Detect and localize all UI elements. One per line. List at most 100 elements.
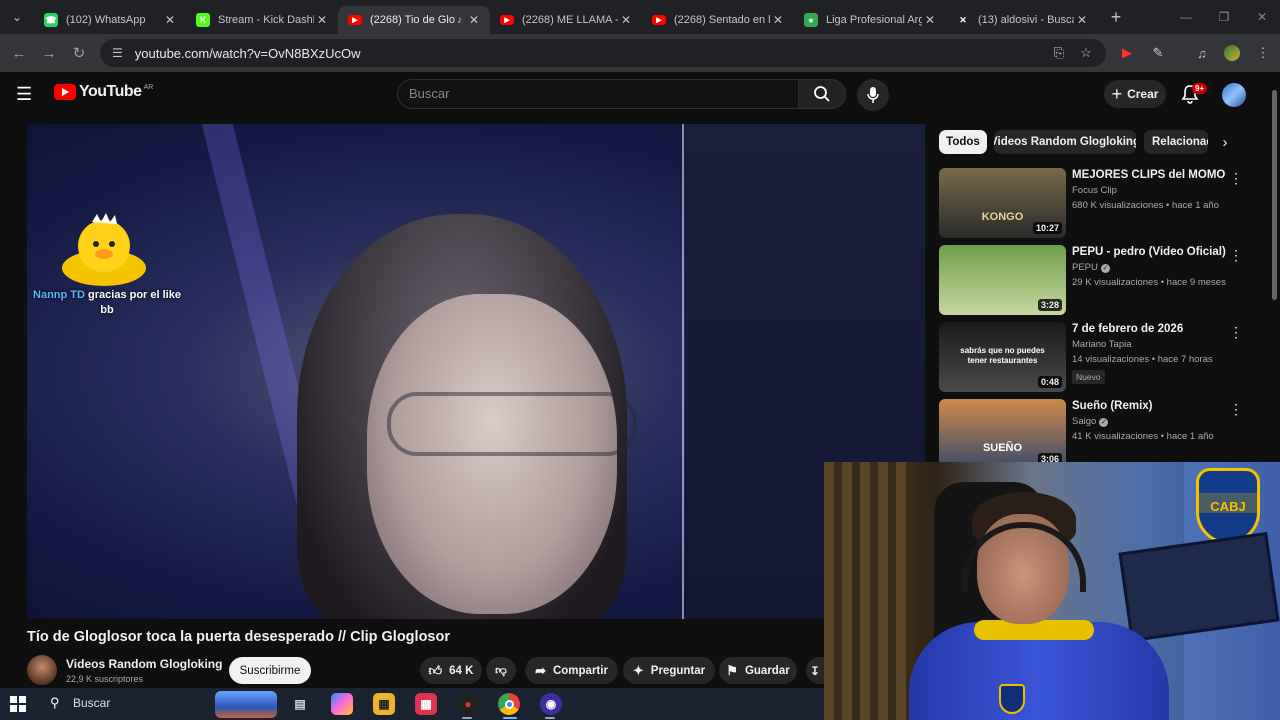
file-explorer-icon[interactable]: ▦ (373, 693, 395, 715)
site-info-icon[interactable]: ☰ (112, 46, 123, 60)
browser-tab[interactable]: ▶ (2268) ME LLAMA - M✕ (490, 6, 642, 34)
media-controls-icon[interactable]: ♫ (1189, 39, 1215, 67)
discord-icon[interactable]: ◉ (540, 693, 562, 715)
tab-title: (13) aldosivi - Buscar (978, 14, 1074, 26)
recommendation-title[interactable]: Sueño (Remix) (1072, 399, 1242, 413)
browser-tab[interactable]: ● Liga Profesional Arge ✕ (794, 6, 946, 34)
tab-title: (2268) Tio de Glo (370, 14, 455, 26)
windows-start-icon[interactable] (10, 696, 26, 712)
browser-tab[interactable]: ✕ (13) aldosivi - Buscar ✕ (946, 6, 1098, 34)
voice-search-button[interactable] (857, 79, 889, 111)
video-player[interactable]: Nannp TD gracias por el like bb (27, 124, 925, 619)
browser-tab[interactable]: ▶ (2268) Sentado en la ✕ (642, 6, 794, 34)
chip-todos[interactable]: Todos (939, 130, 987, 154)
recommendation-item[interactable]: sabrás que no puedes tener restaurantes 0… (939, 322, 1269, 392)
minimize-button[interactable]: — (1167, 0, 1205, 34)
browser-tab[interactable]: ▶ (2268) Tio de Glo ♪ ✕ (338, 6, 490, 34)
search-button[interactable] (798, 79, 846, 109)
chrome-icon[interactable] (498, 693, 520, 715)
browser-tab[interactable]: K Stream - Kick Dashbo✕ (186, 6, 338, 34)
more-options-icon[interactable]: ⋮ (1229, 324, 1243, 341)
recommendation-item[interactable]: KONGO 10:27 MEJORES CLIPS del MOMO Focus Cl… (939, 168, 1269, 238)
chip-related[interactable]: Relacionados (1144, 130, 1208, 154)
channel-label: Saigo (1072, 416, 1097, 427)
more-options-icon[interactable]: ⋮ (1229, 247, 1243, 264)
channel-name[interactable]: Videos Random Glogloking (66, 657, 222, 671)
forward-button[interactable]: → (34, 45, 64, 62)
subscribe-button[interactable]: Suscribirme (229, 657, 311, 684)
youtube-logo[interactable]: YouTube AR (54, 83, 153, 101)
dislike-button[interactable]: 👎︎ (486, 657, 516, 684)
close-tab-icon[interactable]: ✕ (162, 13, 178, 27)
speaker-icon[interactable]: ♪ (457, 15, 462, 26)
recommendation-channel[interactable]: Mariano Tapia (1072, 339, 1132, 350)
video-person-glasses (387, 392, 637, 456)
ask-button[interactable]: ✦ Preguntar (623, 657, 715, 684)
like-button[interactable]: 👍︎ 64 K (420, 657, 482, 684)
search-input[interactable]: Buscar (397, 79, 799, 109)
install-app-icon[interactable]: ⎘ (1046, 39, 1072, 67)
recommendation-title[interactable]: MEJORES CLIPS del MOMO (1072, 168, 1242, 182)
chip-channel[interactable]: Videos Random Glogloking (994, 130, 1136, 154)
tab-title: (2268) Sentado en la (674, 14, 770, 26)
more-options-icon[interactable]: ⋮ (1229, 401, 1243, 418)
app-red-icon[interactable]: ▦ (415, 693, 437, 715)
create-button[interactable]: + Crear (1104, 80, 1166, 108)
download-button[interactable]: ↧ (806, 657, 824, 684)
recommendation-item[interactable]: SUEÑO 3:06 Sueño (Remix) Saigo ✓ 41 K visuali… (939, 399, 1269, 463)
tab-search-chevron-icon[interactable]: ⌄ (0, 0, 34, 34)
share-button[interactable]: ➦ Compartir (525, 657, 618, 684)
browser-tab[interactable]: ☎ (102) WhatsApp ✕ (34, 6, 186, 34)
close-tab-icon[interactable]: ✕ (314, 13, 330, 27)
channel-avatar[interactable] (27, 655, 57, 685)
notification-badge: 9+ (1192, 83, 1208, 94)
address-bar[interactable]: ☰ youtube.com/watch?v=OvN8BXzUcOw ⎘ ☆ (100, 39, 1106, 67)
recommendation-channel[interactable]: PEPU ✓ (1072, 262, 1110, 273)
task-view-icon[interactable]: ▤ (289, 693, 311, 715)
url-text: youtube.com/watch?v=OvN8BXzUcOw (134, 45, 361, 61)
recommendation-meta: 680 K visualizaciones • hace 1 año (1072, 200, 1219, 211)
profile-avatar[interactable] (1219, 39, 1245, 67)
bookmark-star-icon[interactable]: ☆ (1073, 39, 1099, 67)
recommendation-channel[interactable]: Focus Clip (1072, 185, 1117, 196)
taskbar-search-icon[interactable]: ⚲ (50, 695, 60, 711)
close-tab-icon[interactable]: ✕ (770, 13, 786, 27)
close-tab-icon[interactable]: ✕ (1074, 13, 1090, 27)
extensions-icon[interactable]: ✎ (1145, 39, 1171, 67)
webcam-overlay: CABJ (824, 462, 1280, 720)
chrome-menu-icon[interactable]: ⋮ (1250, 39, 1276, 67)
youtube-header: ☰ YouTube AR Buscar + Crear 9+ (0, 72, 1280, 116)
video-thumbnail[interactable]: SUEÑO 3:06 (939, 399, 1066, 463)
copilot-icon[interactable] (331, 693, 353, 715)
more-options-icon[interactable]: ⋮ (1229, 170, 1243, 187)
light-bar (682, 124, 684, 619)
taskbar-search-input[interactable]: Buscar (73, 696, 110, 710)
recommendation-title[interactable]: 7 de febrero de 2026 (1072, 322, 1242, 336)
close-tab-icon[interactable]: ✕ (922, 13, 938, 27)
recommendation-channel[interactable]: Saigo ✓ (1072, 416, 1109, 427)
back-button[interactable]: ← (4, 45, 34, 62)
soccer-icon: ● (804, 13, 818, 27)
close-window-button[interactable]: ✕ (1243, 0, 1280, 34)
donation-alert-text: Nannp TD gracias por el like bb (33, 288, 181, 318)
ask-label: Preguntar (650, 664, 706, 677)
chevron-right-icon[interactable]: › (1213, 130, 1237, 154)
recommendation-item[interactable]: 3:28 PEPU - pedro (Video Oficial) PEPU ✓ 29 … (939, 245, 1269, 315)
guide-menu-icon[interactable]: ☰ (16, 84, 38, 104)
subscriber-count: 22,9 K suscriptores (66, 674, 144, 684)
search-highlight-image[interactable] (215, 691, 277, 718)
youtube-extension-icon[interactable]: ▶ (1114, 39, 1140, 67)
save-button[interactable]: ⚑ Guardar (719, 657, 797, 684)
page-scrollbar[interactable] (1272, 90, 1277, 300)
video-thumbnail[interactable]: KONGO 10:27 (939, 168, 1066, 238)
video-thumbnail[interactable]: 3:28 (939, 245, 1066, 315)
close-tab-icon[interactable]: ✕ (466, 13, 482, 27)
maximize-button[interactable]: ❐ (1205, 0, 1243, 34)
close-tab-icon[interactable]: ✕ (618, 13, 634, 27)
reload-button[interactable]: ↻ (64, 44, 94, 62)
obs-icon[interactable]: ● (457, 693, 479, 715)
video-thumbnail[interactable]: sabrás que no puedes tener restaurantes 0… (939, 322, 1066, 392)
new-tab-button[interactable]: + (1102, 7, 1130, 28)
recommendation-title[interactable]: PEPU - pedro (Video Oficial) (1072, 245, 1242, 259)
account-avatar[interactable] (1222, 83, 1246, 107)
